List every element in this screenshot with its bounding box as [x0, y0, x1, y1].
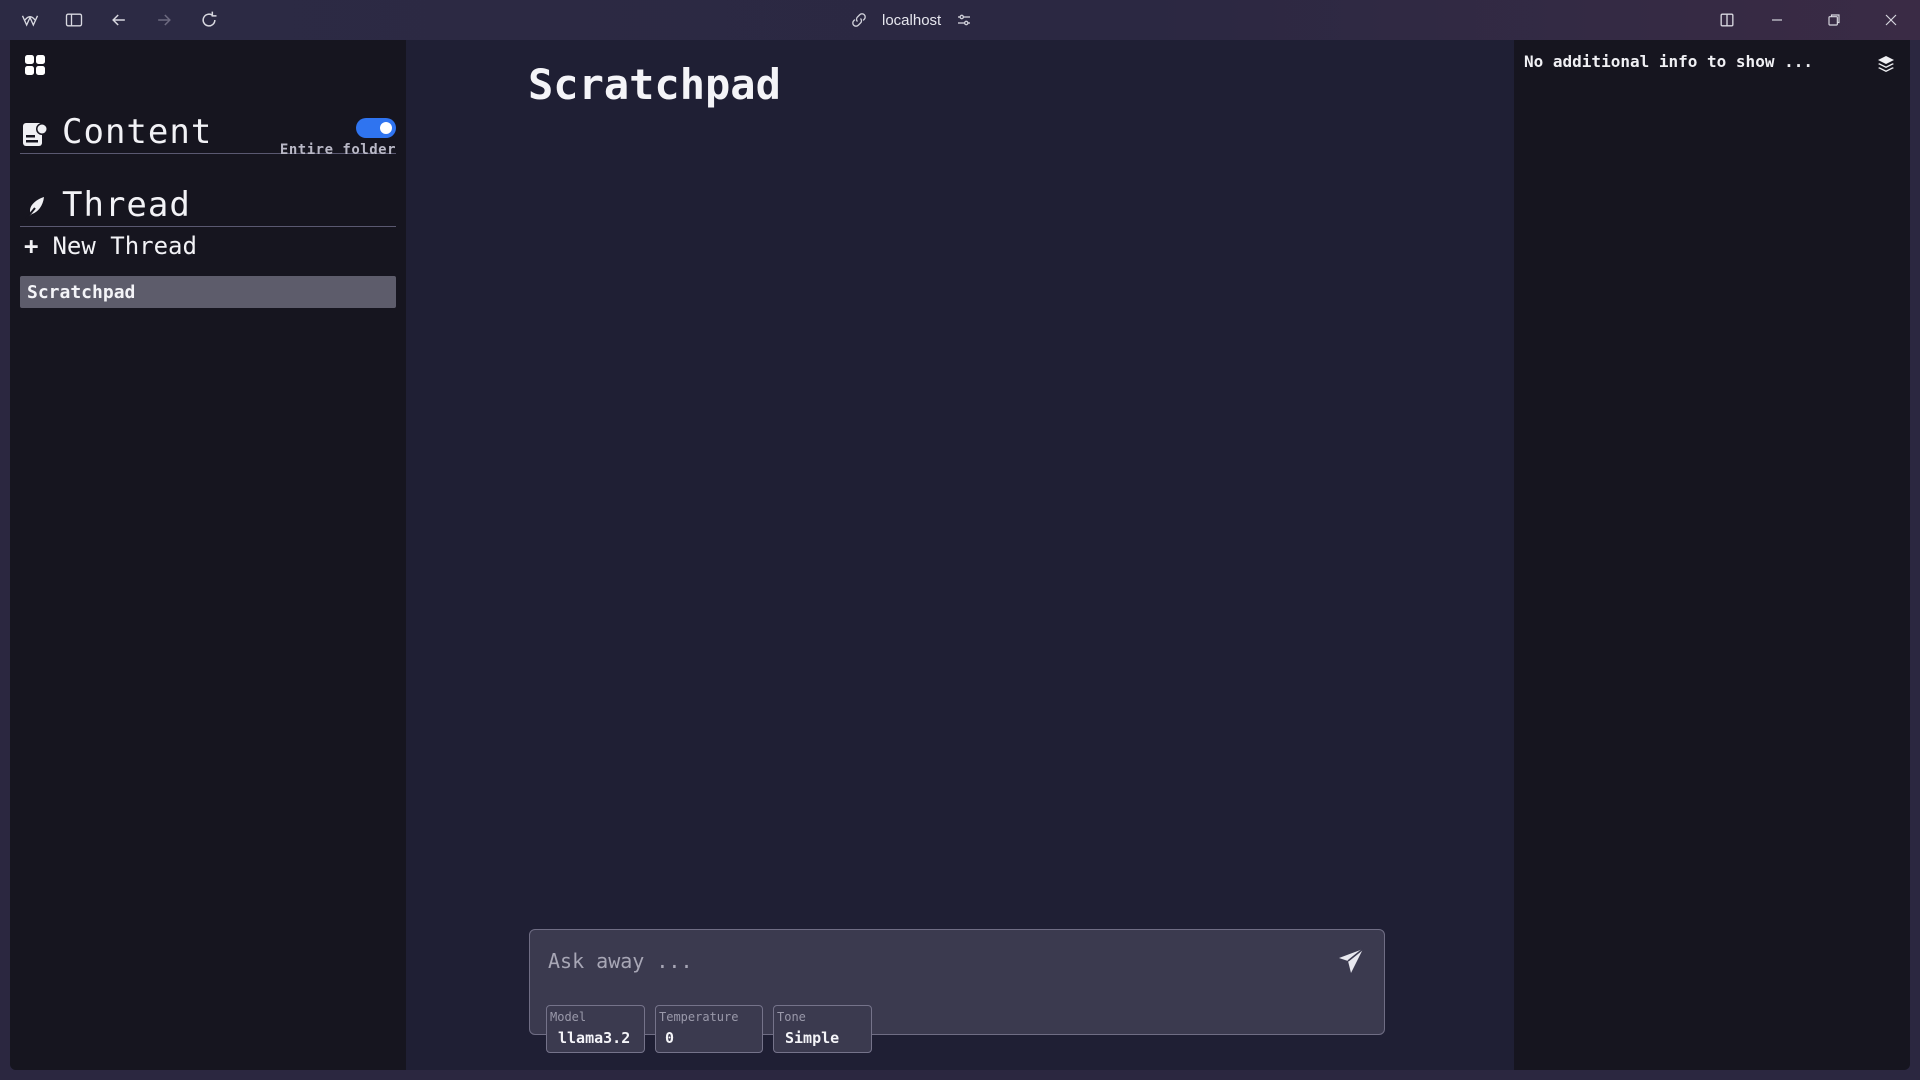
right-info-panel: No additional info to show ...	[1514, 40, 1910, 1070]
restore-icon[interactable]	[1822, 8, 1846, 32]
feather-icon	[25, 197, 44, 220]
app-window: Content Entire folder Thread + New Threa…	[10, 40, 1910, 1070]
model-value: llama3.2	[558, 1029, 631, 1047]
main-content: Scratchpad Model llama3.2 Temperature 0 …	[406, 40, 1514, 1070]
reload-icon[interactable]	[197, 8, 221, 32]
content-section-title: Content	[62, 112, 213, 152]
address-bar[interactable]: localhost	[850, 6, 973, 34]
layers-icon[interactable]	[1876, 54, 1896, 74]
page-title: Scratchpad	[528, 60, 781, 109]
send-icon[interactable]	[1336, 946, 1366, 976]
temperature-value: 0	[665, 1029, 675, 1047]
thread-section-title: Thread	[62, 185, 191, 225]
tone-label: Tone	[777, 1010, 806, 1024]
temperature-selector[interactable]: Temperature 0	[655, 1005, 763, 1053]
close-icon[interactable]	[1879, 8, 1903, 32]
app-logo-icon[interactable]	[18, 8, 42, 32]
model-label: Model	[550, 1010, 587, 1024]
temperature-label: Temperature	[659, 1010, 739, 1024]
entire-folder-label: Entire folder	[279, 142, 396, 158]
split-view-icon[interactable]	[1715, 8, 1739, 32]
model-selector[interactable]: Model llama3.2	[546, 1005, 645, 1053]
minimize-icon[interactable]	[1765, 8, 1789, 32]
toggle-knob	[380, 122, 392, 134]
composer: Model llama3.2 Temperature 0 Tone Simple	[529, 929, 1385, 1053]
plus-icon: +	[24, 232, 39, 260]
content-icon	[23, 123, 48, 146]
link-icon	[852, 13, 866, 27]
site-settings-icon[interactable]	[955, 11, 973, 29]
new-thread-button[interactable]: + New Thread	[24, 230, 197, 262]
entire-folder-toggle[interactable]	[356, 118, 396, 138]
browser-toolbar: localhost	[0, 0, 1920, 40]
info-message: No additional info to show ...	[1524, 52, 1813, 71]
tone-selector[interactable]: Tone Simple	[773, 1005, 872, 1053]
forward-icon[interactable]	[152, 8, 176, 32]
thread-item-scratchpad[interactable]: Scratchpad	[20, 276, 396, 308]
sidebar-toggle-icon[interactable]	[62, 8, 86, 32]
prompt-input[interactable]	[548, 944, 1308, 978]
new-thread-label: New Thread	[52, 232, 197, 260]
back-icon[interactable]	[107, 8, 131, 32]
left-sidebar: Content Entire folder Thread + New Threa…	[10, 40, 406, 1070]
apps-grid-icon[interactable]	[24, 54, 46, 76]
content-section-header: Content Entire folder	[20, 104, 396, 158]
thread-section-header: Thread	[20, 177, 396, 227]
url-text[interactable]: localhost	[882, 12, 941, 29]
tone-value: Simple	[785, 1029, 840, 1047]
